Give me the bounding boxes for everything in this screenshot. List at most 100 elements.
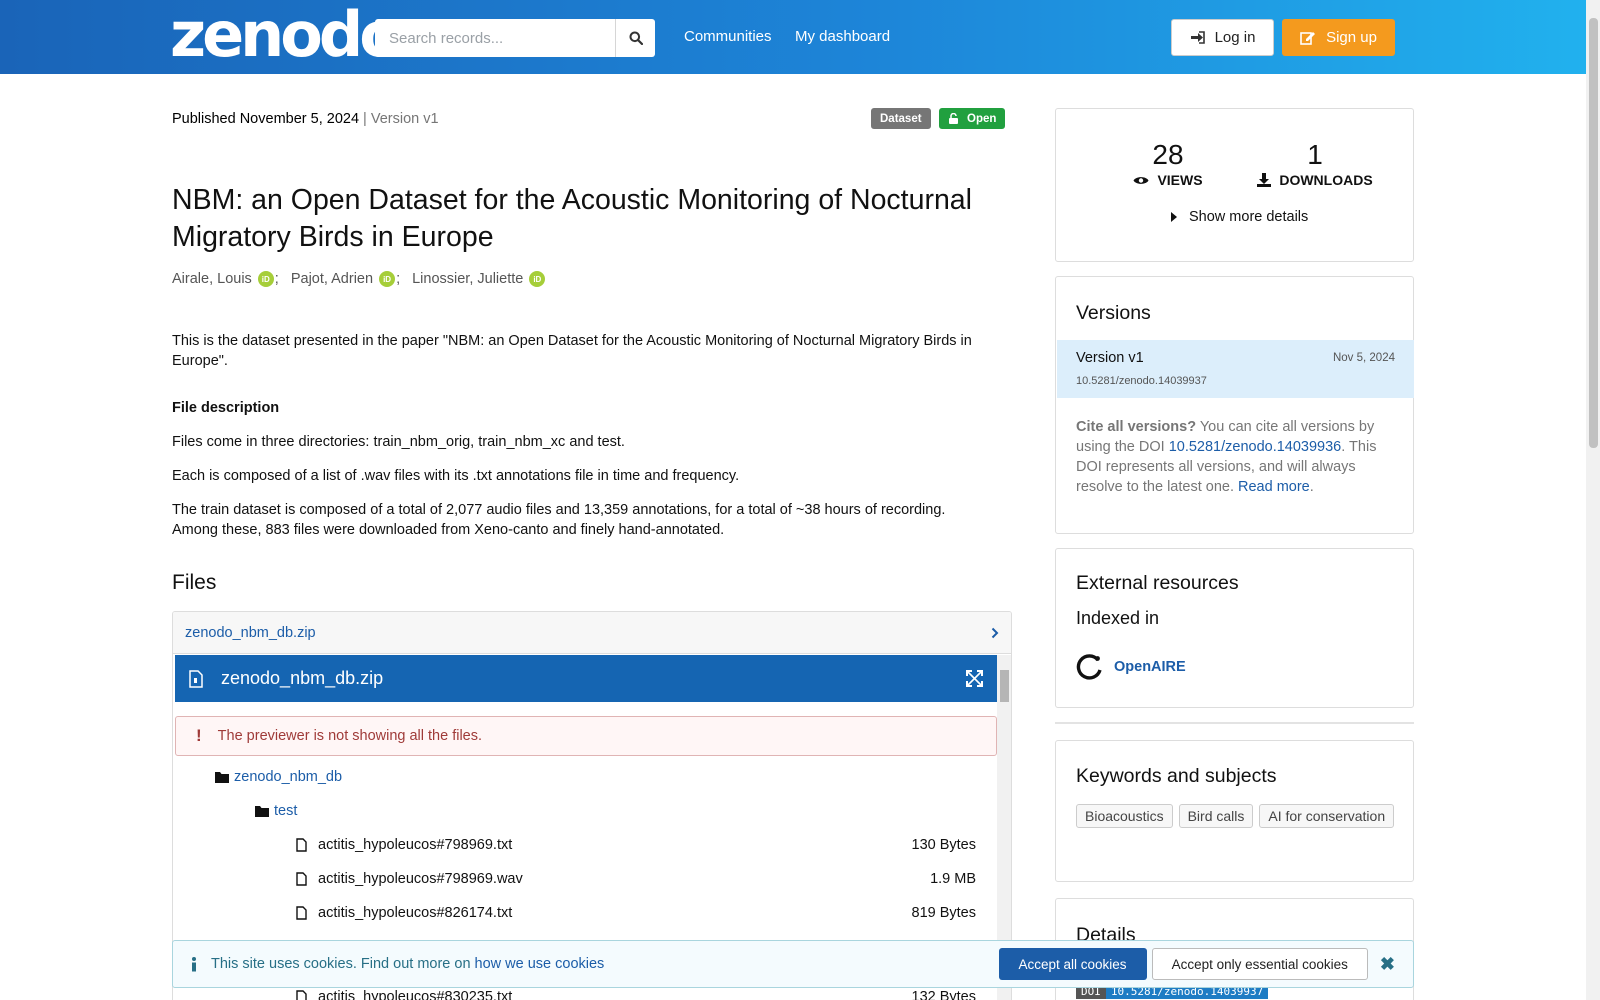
orcid-icon[interactable]: iD (379, 271, 396, 287)
show-more-details[interactable]: Show more details (1171, 209, 1308, 225)
file-row[interactable]: actitis_hypoleucos#798969.txt 130 Bytes (296, 837, 976, 853)
concept-doi-link[interactable]: 10.5281/zenodo.14039936 (1169, 439, 1342, 455)
file-icon (296, 838, 307, 852)
preview-filename: zenodo_nbm_db.zip (221, 668, 384, 688)
author-name[interactable]: Airale, Louis (172, 271, 252, 287)
access-badge: Open (939, 108, 1006, 129)
external-resources-card: External resources Indexed in OpenAIRE (1055, 548, 1414, 708)
author-separator: ; (274, 271, 279, 287)
file-name: actitis_hypoleucos#826174.txt (318, 905, 513, 921)
file-row[interactable]: actitis_hypoleucos#830235.txt 132 Bytes (296, 989, 976, 1000)
fullscreen-icon[interactable] (966, 670, 983, 687)
file-accordion-header[interactable]: zenodo_nbm_db.zip (173, 612, 1011, 654)
accept-essential-cookies-button[interactable]: Accept only essential cookies (1151, 948, 1368, 980)
description-paragraph: The train dataset is composed of a total… (172, 502, 946, 538)
author-item[interactable]: Airale, Louis iD (172, 271, 274, 287)
download-icon (1257, 173, 1272, 187)
accept-all-cookies-button[interactable]: Accept all cookies (998, 948, 1147, 980)
login-button[interactable]: Log in (1171, 19, 1274, 56)
cite-all-versions: Cite all versions? You can cite all vers… (1076, 417, 1396, 497)
caret-right-icon (1171, 212, 1177, 222)
sign-in-icon (1190, 31, 1205, 44)
resource-type-badge: Dataset (871, 108, 931, 129)
info-icon (192, 956, 196, 971)
views-label: VIEWS (1157, 172, 1203, 188)
search-box (375, 19, 655, 57)
author-separator: ; (396, 271, 401, 287)
read-more-link[interactable]: Read more (1238, 479, 1310, 495)
author-item[interactable]: Linossier, Juliette iD (412, 271, 546, 287)
folder-icon (255, 806, 269, 817)
version-item[interactable]: Version v1 Nov 5, 2024 10.5281/zenodo.14… (1057, 340, 1414, 398)
nav-communities[interactable]: Communities (684, 28, 772, 45)
sidebar-divider (1055, 722, 1414, 724)
page-scrollbar[interactable] (1586, 0, 1600, 1000)
files-heading: Files (172, 571, 217, 594)
cookie-message-text: This site uses cookies. Find out more on (211, 956, 475, 972)
keywords-heading: Keywords and subjects (1076, 765, 1277, 787)
page-scrollbar-thumb[interactable] (1589, 18, 1598, 448)
archive-link[interactable]: zenodo_nbm_db.zip (185, 625, 316, 641)
signup-label: Sign up (1326, 29, 1377, 46)
preview-title-bar: zenodo_nbm_db.zip (175, 655, 997, 702)
edit-icon (1300, 32, 1316, 45)
folder-name[interactable]: zenodo_nbm_db (234, 769, 342, 785)
preview-warning-text: The previewer is not showing all the fil… (217, 728, 483, 744)
signup-button[interactable]: Sign up (1282, 19, 1395, 56)
openaire-link[interactable]: OpenAIRE (1076, 653, 1186, 680)
file-size: 132 Bytes (911, 989, 977, 1000)
zenodo-logo[interactable]: zenodo (170, 4, 402, 66)
folder-name[interactable]: test (274, 803, 297, 819)
search-button[interactable] (615, 19, 655, 57)
keywords-card: Keywords and subjects Bioacoustics Bird … (1055, 740, 1414, 882)
cookie-policy-link[interactable]: how we use cookies (475, 956, 605, 972)
preview-warning: ! The previewer is not showing all the f… (175, 716, 997, 756)
close-icon[interactable]: ✖ (1380, 954, 1395, 975)
eye-icon (1133, 176, 1149, 184)
stats-card: 28 VIEWS 1 DOWNLOADS Show more details (1055, 108, 1414, 262)
openaire-label[interactable]: OpenAIRE (1114, 659, 1186, 675)
file-description-heading: File description (172, 400, 280, 416)
file-icon (296, 906, 307, 920)
version-name[interactable]: Version v1 (1076, 350, 1144, 366)
downloads-label: DOWNLOADS (1279, 172, 1373, 188)
nav-my-dashboard[interactable]: My dashboard (795, 28, 890, 45)
file-row[interactable]: actitis_hypoleucos#798969.wav 1.9 MB (296, 871, 976, 887)
search-input[interactable] (375, 19, 615, 57)
folder-icon (215, 772, 229, 783)
orcid-icon[interactable]: iD (529, 271, 546, 287)
keyword-tag[interactable]: Bioacoustics (1076, 804, 1173, 828)
external-resources-heading: External resources (1076, 572, 1239, 594)
file-name: actitis_hypoleucos#798969.txt (318, 837, 513, 853)
keyword-tag[interactable]: Bird calls (1178, 804, 1254, 828)
keyword-tag[interactable]: AI for conservation (1259, 804, 1395, 828)
downloads-count: 1 (1307, 139, 1323, 170)
resource-type-label: Dataset (880, 112, 922, 125)
file-name: actitis_hypoleucos#798969.wav (318, 871, 523, 887)
file-archive-icon (189, 669, 203, 688)
description-paragraph: Each is composed of a list of .wav files… (172, 468, 740, 484)
versions-card: Versions Version v1 Nov 5, 2024 10.5281/… (1055, 276, 1414, 534)
description-intro: This is the dataset presented in the pap… (172, 333, 972, 369)
versions-heading: Versions (1076, 302, 1151, 324)
file-size: 130 Bytes (911, 837, 977, 853)
file-row[interactable]: actitis_hypoleucos#826174.txt 819 Bytes (296, 905, 976, 921)
author-list: Airale, Louis iD ; Pajot, Adrien iD ; Lino… (172, 271, 546, 287)
orcid-icon[interactable]: iD (257, 271, 274, 287)
cite-text: . (1309, 479, 1314, 495)
chevron-right-icon[interactable] (991, 627, 999, 639)
top-header: zenodo Communities My dashboard Log in S… (0, 0, 1586, 74)
folder-row[interactable]: test (255, 803, 297, 819)
author-name[interactable]: Pajot, Adrien (291, 271, 373, 287)
version-date: Nov 5, 2024 (1332, 352, 1395, 364)
author-item[interactable]: Pajot, Adrien iD (291, 271, 396, 287)
author-name[interactable]: Linossier, Juliette (412, 271, 523, 287)
folder-row[interactable]: zenodo_nbm_db (215, 769, 342, 785)
access-label: Open (967, 112, 997, 125)
version-doi: 10.5281/zenodo.14039937 (1076, 375, 1207, 387)
cite-bold: Cite all versions? (1076, 419, 1197, 435)
preview-scrollbar-thumb[interactable] (1000, 670, 1009, 702)
indexed-in-heading: Indexed in (1076, 608, 1160, 628)
search-icon (629, 31, 643, 45)
cookie-message: This site uses cookies. Find out more on… (211, 956, 999, 972)
